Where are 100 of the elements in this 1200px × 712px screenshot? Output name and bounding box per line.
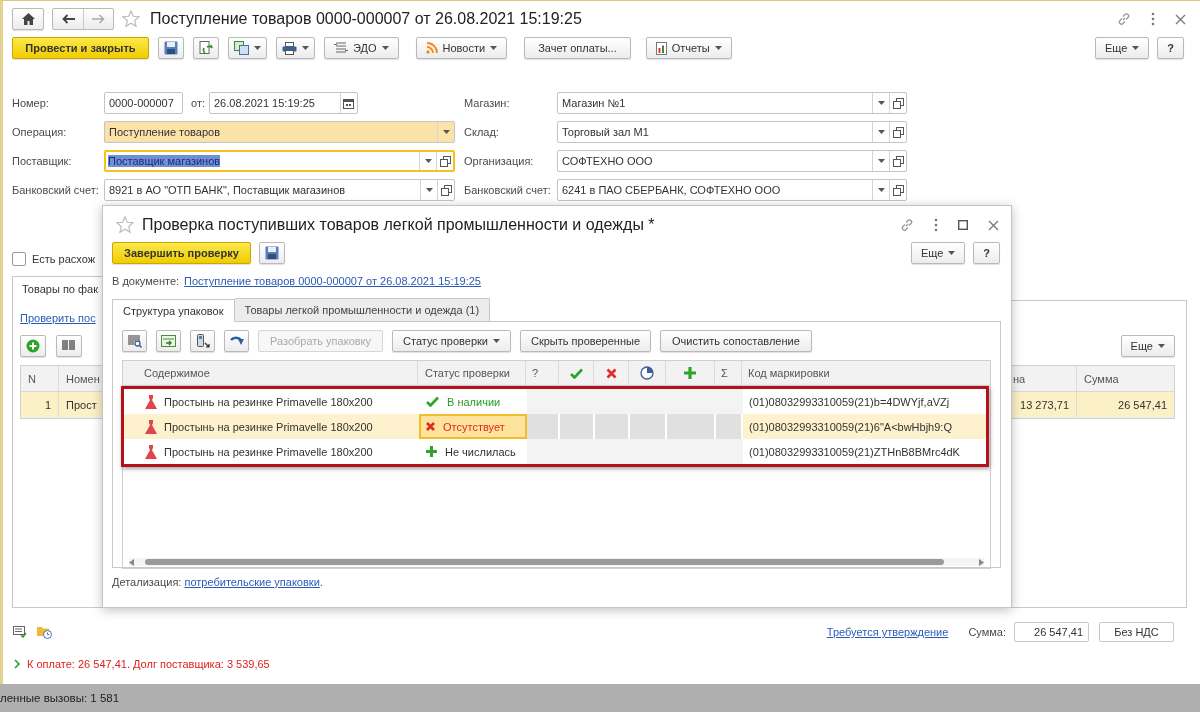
tab[interactable]: Структура упаковок: [112, 299, 235, 322]
link-icon[interactable]: [900, 218, 914, 232]
check-link[interactable]: Проверить пос: [20, 312, 96, 324]
input-field[interactable]: Поставщик магазинов: [104, 150, 455, 172]
table-row[interactable]: Простынь на резинке Primavelle 180x200 Не числилась (01)08032993310059(21)ZTHnB8BMrc4dK: [124, 439, 986, 464]
input-field[interactable]: 6241 в ПАО СБЕРБАНК, СОФТЕХНО ООО: [557, 179, 907, 201]
scrollbar[interactable]: [129, 558, 984, 566]
caret-icon: [714, 46, 722, 50]
tab[interactable]: Товары легкой промышленности и одежда (1): [234, 298, 491, 321]
scroll-right-icon[interactable]: [979, 558, 984, 566]
plus-icon: [426, 446, 437, 457]
barcode-button[interactable]: [56, 335, 82, 357]
save-icon: [264, 246, 279, 260]
detail-link[interactable]: потребительские упаковки: [184, 576, 320, 588]
column-header[interactable]: Содержимое: [123, 361, 418, 385]
open-icon[interactable]: [440, 184, 452, 196]
document-lines-icon: [334, 41, 348, 55]
field-label: Операция:: [12, 126, 68, 138]
edo-button[interactable]: ЭДО: [324, 37, 399, 59]
save-button[interactable]: [158, 37, 184, 59]
column-header[interactable]: Сумма: [1077, 366, 1174, 391]
add-button[interactable]: [20, 335, 46, 357]
clear-matching-button[interactable]: Очистить сопоставление: [660, 330, 812, 352]
news-button[interactable]: Новости: [415, 37, 508, 59]
more-button[interactable]: Еще: [910, 242, 966, 264]
input-field[interactable]: 26.08.2021 15:19:25: [209, 92, 358, 114]
print-button[interactable]: [276, 37, 315, 59]
check-icon: [426, 396, 439, 407]
input-field[interactable]: СОФТЕХНО ООО: [557, 150, 907, 172]
navigation-buttons[interactable]: [52, 8, 114, 30]
table-cell: 1: [21, 392, 59, 417]
caret-icon: [490, 46, 498, 50]
star-icon[interactable]: [116, 216, 134, 234]
save-button[interactable]: [258, 242, 285, 264]
open-icon[interactable]: [892, 126, 904, 138]
more-icon[interactable]: [934, 218, 938, 232]
help-button[interactable]: ?: [973, 242, 1000, 264]
column-header[interactable]: Σ: [715, 361, 742, 385]
chevron-icon[interactable]: [14, 659, 21, 669]
sum-field: 26 547,41: [1014, 622, 1089, 642]
column-header[interactable]: ?: [526, 361, 559, 385]
reports-button[interactable]: Отчеты: [645, 37, 732, 59]
help-button[interactable]: ?: [1157, 37, 1184, 59]
dress-icon: [145, 419, 157, 434]
back-icon[interactable]: [61, 14, 75, 24]
redo-button[interactable]: [224, 330, 249, 352]
list-check-icon[interactable]: [13, 626, 27, 638]
maximize-icon[interactable]: [958, 220, 968, 230]
detail-text: Детализация: потребительские упаковки.: [112, 576, 324, 588]
payment-summary: К оплате: 26 547,41. Долг поставщика: 3 539,65: [27, 658, 270, 670]
folder-clock-icon[interactable]: [37, 625, 52, 639]
document-link[interactable]: Поступление товаров 0000-000007 от 26.08.2021 15:19:25: [184, 275, 481, 287]
column-header[interactable]: Код маркировки: [742, 361, 990, 385]
cross-icon: [426, 422, 435, 431]
open-icon[interactable]: [892, 184, 904, 196]
link-icon[interactable]: [1117, 12, 1131, 26]
open-icon[interactable]: [892, 155, 904, 167]
save-icon: [164, 41, 178, 55]
hide-checked-button[interactable]: Скрыть проверенные: [519, 330, 651, 352]
more-button[interactable]: Еще: [1094, 37, 1150, 59]
table-row[interactable]: Простынь на резинке Primavelle 180x200 Отсутствует (01)08032993310059(21)6"A<bwHbjh9:Q: [124, 414, 986, 439]
open-icon[interactable]: [439, 155, 451, 167]
caret-icon: [877, 188, 885, 192]
input-field[interactable]: 0000-000007: [104, 92, 183, 114]
plus-icon: [684, 367, 696, 379]
more-button[interactable]: Еще: [1120, 335, 1175, 357]
input-field[interactable]: Поступление товаров: [104, 121, 455, 143]
close-icon[interactable]: [1175, 13, 1186, 25]
documents-button[interactable]: [228, 37, 267, 59]
offset-payment-button[interactable]: Зачет оплаты...: [524, 37, 631, 59]
field-label: Магазин:: [464, 97, 511, 109]
calendar-icon[interactable]: [343, 97, 355, 109]
star-icon[interactable]: [122, 10, 140, 28]
column-header[interactable]: Статус проверки: [418, 361, 526, 385]
input-field[interactable]: Торговый зал М1: [557, 121, 907, 143]
vat-field: Без НДС: [1099, 622, 1174, 642]
input-field[interactable]: Магазин №1: [557, 92, 907, 114]
approval-link[interactable]: Требуется утверждение: [826, 626, 949, 638]
post-button[interactable]: [193, 37, 219, 59]
field-label: Номер:: [12, 97, 50, 109]
scroll-left-icon[interactable]: [129, 558, 134, 566]
barcode-search-button[interactable]: [122, 330, 147, 352]
table-row[interactable]: Простынь на резинке Primavelle 180x200 В наличии (01)08032993310059(21)b=4DWYjf,aVZj: [124, 389, 986, 414]
close-icon[interactable]: [988, 219, 999, 231]
post-and-close-button[interactable]: Провести и закрыть: [12, 37, 149, 59]
checkbox[interactable]: [12, 252, 26, 266]
scanner-button[interactable]: [190, 330, 215, 352]
load-button[interactable]: [156, 330, 181, 352]
column-header[interactable]: N: [21, 366, 59, 391]
home-icon: [21, 13, 35, 25]
dress-icon: [145, 394, 157, 409]
table-cell-text: (01)08032993310059(21)ZTHnB8BMrc4dK: [748, 444, 961, 460]
finish-check-button[interactable]: Завершить проверку: [112, 242, 251, 264]
open-icon[interactable]: [892, 97, 904, 109]
more-icon[interactable]: [1151, 12, 1155, 26]
check-status-button[interactable]: Статус проверки: [392, 330, 511, 352]
input-field[interactable]: 8921 в АО "ОТП БАНК", Поставщик магазинов: [104, 179, 455, 201]
dress-icon: [145, 444, 157, 459]
home-button[interactable]: [12, 8, 44, 30]
status-cell: Отсутствует: [419, 414, 527, 439]
